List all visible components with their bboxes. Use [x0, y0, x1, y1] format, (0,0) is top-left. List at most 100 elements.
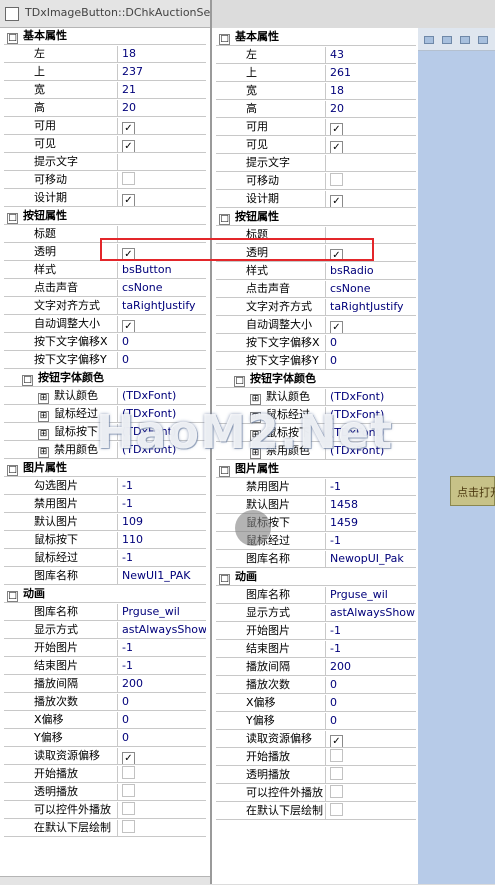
checkbox-checked-icon[interactable]: ✓: [122, 194, 135, 206]
property-value[interactable]: 20: [122, 100, 206, 116]
property-row[interactable]: 开始播放: [4, 765, 206, 783]
property-value[interactable]: -1: [122, 658, 206, 674]
property-value[interactable]: -1: [330, 479, 416, 495]
property-value[interactable]: 237: [122, 64, 206, 80]
category-row[interactable]: □ 图片属性: [4, 459, 206, 477]
property-row[interactable]: 可用 ✓: [216, 118, 416, 136]
property-value[interactable]: 0: [330, 713, 416, 729]
property-value[interactable]: [330, 155, 416, 171]
property-value[interactable]: [122, 784, 206, 800]
property-value[interactable]: -1: [330, 533, 416, 549]
property-value[interactable]: -1: [122, 550, 206, 566]
align-left-icon[interactable]: [424, 36, 434, 44]
property-value[interactable]: 0: [122, 694, 206, 710]
property-row[interactable]: 禁用图片 -1: [4, 495, 206, 513]
property-row[interactable]: 高 20: [216, 100, 416, 118]
property-value[interactable]: csNone: [122, 280, 206, 296]
property-value[interactable]: NewUI1_PAK: [122, 568, 206, 584]
property-value[interactable]: 43: [330, 47, 416, 63]
property-row[interactable]: 左 18: [4, 45, 206, 63]
property-value[interactable]: [122, 172, 206, 188]
property-value[interactable]: 200: [122, 676, 206, 692]
property-row[interactable]: 设计期 ✓: [4, 189, 206, 207]
property-row[interactable]: 自动调整大小 ✓: [4, 315, 206, 333]
property-value[interactable]: bsRadio: [330, 263, 416, 279]
property-value[interactable]: (TDxFont): [330, 389, 416, 405]
property-value[interactable]: 110: [122, 532, 206, 548]
property-value[interactable]: 0: [122, 334, 206, 350]
collapse-icon[interactable]: □: [7, 591, 18, 602]
property-value[interactable]: -1: [330, 623, 416, 639]
checkbox-unchecked-icon[interactable]: [122, 766, 135, 779]
checkbox-checked-icon[interactable]: ✓: [122, 140, 135, 152]
property-value[interactable]: Prguse_wil: [122, 604, 206, 620]
property-row[interactable]: 默认图片 109: [4, 513, 206, 531]
align-right-icon[interactable]: [460, 36, 470, 44]
property-value[interactable]: bsButton: [122, 262, 206, 278]
property-row[interactable]: 可以控件外播放: [216, 784, 416, 802]
property-value[interactable]: 18: [122, 46, 206, 62]
property-value[interactable]: 200: [330, 659, 416, 675]
checkbox-unchecked-icon[interactable]: [122, 784, 135, 797]
property-value[interactable]: ✓: [122, 118, 206, 134]
property-value[interactable]: [122, 766, 206, 782]
property-row[interactable]: 结束图片 -1: [216, 640, 416, 658]
property-value[interactable]: 1458: [330, 497, 416, 513]
collapse-icon[interactable]: □: [219, 574, 230, 585]
property-value[interactable]: -1: [122, 496, 206, 512]
property-row[interactable]: 文字对齐方式 taRightJustify: [216, 298, 416, 316]
property-value[interactable]: (TDxFont): [122, 388, 206, 404]
category-row[interactable]: □ 基本属性: [216, 28, 416, 46]
property-row[interactable]: 提示文字: [216, 154, 416, 172]
collapse-icon[interactable]: □: [219, 34, 230, 45]
property-value[interactable]: taRightJustify: [122, 298, 206, 314]
checkbox-unchecked-icon[interactable]: [330, 767, 343, 780]
property-row[interactable]: 在默认下层绘制: [216, 802, 416, 820]
property-value[interactable]: ✓: [330, 191, 416, 207]
property-row[interactable]: 提示文字: [4, 153, 206, 171]
property-row[interactable]: 透明播放: [4, 783, 206, 801]
property-row[interactable]: 按下文字偏移Y 0: [216, 352, 416, 370]
property-value[interactable]: ✓: [330, 731, 416, 747]
property-row[interactable]: 禁用图片 -1: [216, 478, 416, 496]
property-row[interactable]: 播放次数 0: [216, 676, 416, 694]
collapse-icon[interactable]: □: [7, 213, 18, 224]
expand-icon[interactable]: ⊞: [38, 411, 49, 422]
property-value[interactable]: [330, 749, 416, 765]
property-value[interactable]: [330, 767, 416, 783]
collapse-icon[interactable]: □: [7, 465, 18, 476]
category-row[interactable]: □ 图片属性: [216, 460, 416, 478]
property-row[interactable]: 上 237: [4, 63, 206, 81]
checkbox-unchecked-icon[interactable]: [330, 785, 343, 798]
property-value[interactable]: 261: [330, 65, 416, 81]
property-value[interactable]: NewopUI_Pak: [330, 551, 416, 567]
category-row[interactable]: □ 按钮属性: [216, 208, 416, 226]
property-value[interactable]: ✓: [122, 748, 206, 764]
property-row[interactable]: 按下文字偏移Y 0: [4, 351, 206, 369]
align-center-icon[interactable]: [442, 36, 452, 44]
property-value[interactable]: 1459: [330, 515, 416, 531]
checkbox-unchecked-icon[interactable]: [122, 820, 135, 833]
property-row[interactable]: 播放间隔 200: [4, 675, 206, 693]
checkbox-checked-icon[interactable]: ✓: [330, 321, 343, 333]
property-row[interactable]: 设计期 ✓: [216, 190, 416, 208]
checkbox-checked-icon[interactable]: ✓: [330, 735, 343, 747]
collapse-icon[interactable]: □: [219, 466, 230, 477]
property-row[interactable]: 图库名称 NewopUI_Pak: [216, 550, 416, 568]
property-value[interactable]: -1: [122, 640, 206, 656]
property-value[interactable]: 0: [330, 335, 416, 351]
checkbox-checked-icon[interactable]: ✓: [330, 141, 343, 153]
checkbox-unchecked-icon[interactable]: [330, 803, 343, 816]
property-value[interactable]: astAlwaysShow: [122, 622, 206, 638]
property-value[interactable]: ✓: [330, 137, 416, 153]
property-row[interactable]: 开始播放: [216, 748, 416, 766]
property-row[interactable]: 可移动: [4, 171, 206, 189]
property-value[interactable]: csNone: [330, 281, 416, 297]
property-row[interactable]: 可移动: [216, 172, 416, 190]
property-row[interactable]: 图库名称 Prguse_wil: [4, 603, 206, 621]
property-value[interactable]: ✓: [122, 190, 206, 206]
property-value[interactable]: 21: [122, 82, 206, 98]
property-row[interactable]: 宽 18: [216, 82, 416, 100]
property-value[interactable]: ✓: [330, 317, 416, 333]
collapse-icon[interactable]: □: [219, 214, 230, 225]
